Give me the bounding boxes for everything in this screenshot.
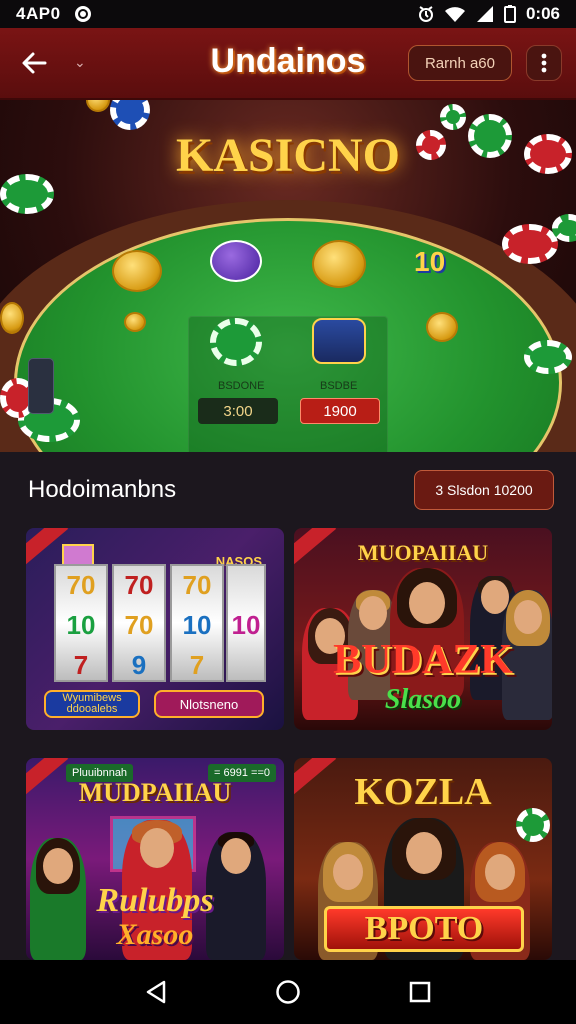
arrow-left-icon [22, 52, 47, 74]
status-clock: 0:06 [525, 4, 560, 23]
stake-left-button[interactable]: 3:00 [198, 398, 278, 424]
reel-symbol: 70 [124, 570, 154, 600]
more-menu-button[interactable] [526, 45, 562, 81]
back-button[interactable] [14, 43, 54, 83]
poker-chip-icon [0, 174, 54, 214]
card-heading: MUDPAIIAU [78, 778, 232, 807]
slot-left-button[interactable]: Wyumibews ddooalebs [44, 690, 140, 718]
square-recents-icon [409, 981, 431, 1003]
remote-icon [28, 358, 54, 414]
nav-recents-button[interactable] [396, 968, 444, 1016]
stake-left-label: BSDONE [218, 380, 265, 392]
reel-symbol: 70 [124, 610, 154, 640]
reel-symbol: 7 [189, 650, 205, 680]
game-card-rulubps[interactable]: Pluuibnnah = 6991 ==0 MUDPAIIAU Rulubps … [26, 758, 284, 960]
gold-coin-icon [112, 250, 162, 292]
reel-symbol: 10 [231, 610, 261, 640]
reel-symbol: 10 [66, 610, 96, 640]
poker-chip-icon [110, 100, 150, 130]
nav-back-button[interactable] [132, 968, 180, 1016]
section-filter-button[interactable]: 3 Slsdon 10200 [414, 470, 554, 510]
game-card-kozla[interactable]: KOZLA BPOTO [294, 758, 552, 960]
triangle-back-icon [146, 980, 166, 1004]
gold-coin-icon [124, 312, 146, 332]
poker-chip-icon [210, 318, 262, 366]
card-heading: MUOPAIIAU [357, 540, 489, 565]
poker-chip-icon [440, 104, 466, 130]
poker-chip-icon [416, 130, 446, 160]
section-title: Hodoimanbns [28, 476, 177, 503]
poker-chip-icon [524, 340, 572, 374]
poker-chip-icon [502, 224, 558, 264]
reel-symbol: 9 [131, 650, 147, 680]
more-vertical-icon [541, 53, 547, 73]
slot-reel: 10 [226, 564, 266, 682]
gold-coin-icon [426, 312, 458, 342]
battery-icon [503, 5, 516, 23]
chat-bubble-icon [210, 240, 262, 282]
slot-reel: 70 70 9 [112, 564, 166, 682]
status-time: 4AP0 [16, 4, 61, 23]
alarm-icon [418, 6, 433, 22]
gold-coin-icon [86, 100, 110, 112]
stake-right-button[interactable]: 1900 [300, 398, 380, 424]
header-balance-button[interactable]: Rarnh a60 [407, 45, 512, 81]
reel-symbol: 70 [182, 570, 212, 600]
app-bar: ⌄ Undainos Rarnh a60 [0, 28, 576, 100]
reel-symbol: 70 [66, 570, 96, 600]
wifi-icon [444, 7, 465, 22]
poker-chip-icon [468, 114, 512, 158]
reel-symbol: 7 [73, 650, 89, 680]
nav-home-button[interactable] [264, 968, 312, 1016]
signal-icon [476, 6, 493, 22]
hero-banner[interactable]: KASICNO 10 BSDONE BSDBE 3:00 1900 [0, 100, 576, 452]
reel-symbol: 10 [182, 610, 212, 640]
system-nav-bar [0, 960, 576, 1024]
card-subtitle: Slasoo [384, 684, 462, 715]
card-title: BUDAZK [333, 637, 513, 683]
notification-icon [74, 6, 91, 22]
card-title: Rulubps [96, 882, 214, 919]
play-button[interactable]: BPOTO [324, 906, 524, 952]
trophy-icon [312, 318, 366, 364]
gold-coin-icon [0, 302, 24, 334]
poker-chip-icon [516, 808, 550, 842]
card-heading: KOZLA [354, 771, 492, 813]
chevron-down-icon[interactable]: ⌄ [74, 55, 86, 71]
stake-right-label: BSDBE [320, 380, 358, 392]
gold-coin-icon [312, 240, 366, 288]
status-icons: 0:06 [418, 4, 560, 24]
bonus-badge: 10 [414, 246, 446, 277]
poker-chip-icon [524, 134, 572, 174]
games-section: Hodoimanbns 3 Slsdon 10200 NASOS 70 10 7… [0, 452, 576, 960]
slot-right-button[interactable]: Nlotsneno [154, 690, 264, 718]
card-subtitle: Xasoo [116, 918, 194, 951]
slot-reel: 70 10 7 [54, 564, 108, 682]
circle-home-icon [276, 980, 300, 1004]
game-card-slots[interactable]: NASOS 70 10 7 70 70 9 70 10 7 10 Wyumibe… [26, 528, 284, 730]
status-bar: 4AP0 0:06 [0, 0, 576, 28]
game-card-budazk[interactable]: MUOPAIIAU BUDAZK Slasoo [294, 528, 552, 730]
slot-reel: 70 10 7 [170, 564, 224, 682]
